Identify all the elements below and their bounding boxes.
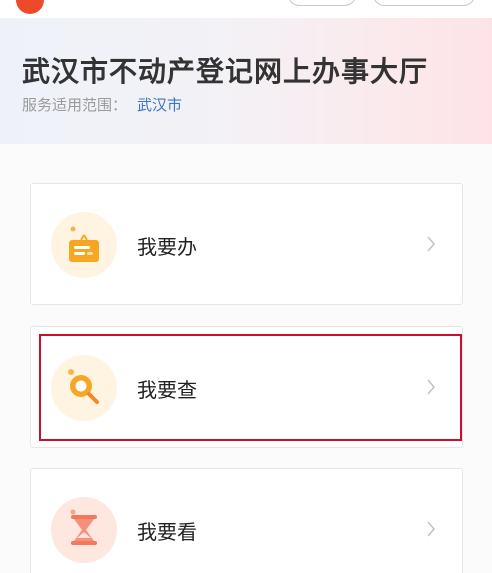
- chevron-right-icon: [427, 521, 436, 537]
- menu-item-query[interactable]: 我要查: [30, 326, 463, 448]
- service-scope-city[interactable]: 武汉市: [137, 96, 182, 114]
- service-scope: 服务适用范围： 武汉市: [22, 94, 182, 115]
- page-title: 武汉市不动产登记网上办事大厅: [22, 55, 429, 88]
- chevron-right-icon: [427, 236, 436, 252]
- menu-item-label: 我要查: [137, 378, 197, 402]
- hourglass-icon: [51, 497, 117, 563]
- magnifier-icon: [51, 355, 117, 421]
- menu-item-label: 我要看: [137, 520, 197, 544]
- service-scope-label: 服务适用范围：: [22, 96, 128, 114]
- top-action-button-1[interactable]: [287, 0, 357, 6]
- page-header: 武汉市不动产登记网上办事大厅 服务适用范围： 武汉市: [0, 18, 492, 144]
- menu-item-apply[interactable]: 我要办: [30, 183, 463, 305]
- top-action-button-2[interactable]: [372, 0, 476, 6]
- clipboard-icon: [51, 212, 117, 278]
- chevron-right-icon: [427, 379, 436, 395]
- app-logo: [16, 0, 44, 14]
- top-bar: [0, 0, 492, 18]
- menu-item-view[interactable]: 我要看: [30, 468, 463, 573]
- menu-item-label: 我要办: [137, 235, 197, 259]
